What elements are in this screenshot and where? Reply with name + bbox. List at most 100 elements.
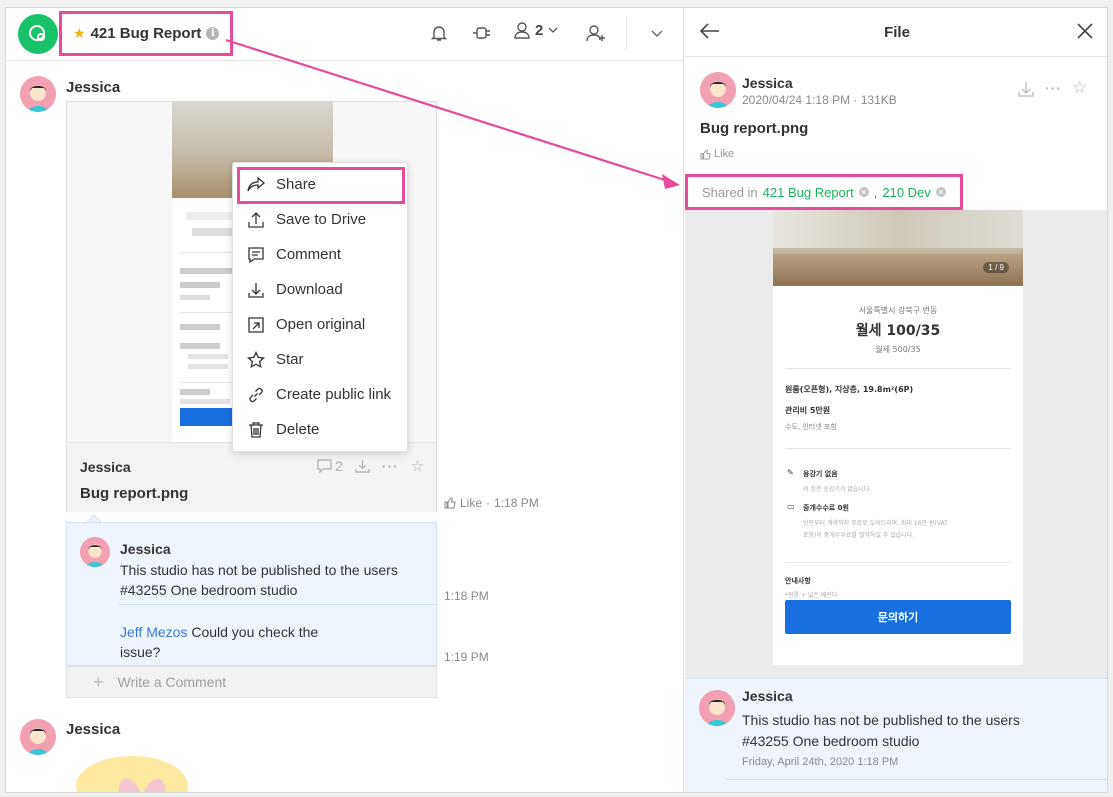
- download-icon[interactable]: [355, 459, 370, 473]
- thumbs-up-icon[interactable]: [444, 497, 456, 509]
- add-member-icon[interactable]: [585, 22, 607, 44]
- app-logo-icon[interactable]: [18, 14, 58, 54]
- menu-item-download[interactable]: Download: [233, 272, 409, 307]
- screenshot-preview: 1 / 9 서울특별시 강북구 번동 월세 100/35 월세 500/35 원…: [773, 210, 1023, 665]
- avatar[interactable]: [20, 76, 56, 112]
- photo-counter: 1 / 9: [983, 262, 1009, 273]
- avatar[interactable]: [80, 537, 110, 567]
- like-label: Like: [714, 148, 735, 160]
- link-icon: [247, 386, 265, 404]
- menu-item-star[interactable]: Star: [233, 342, 409, 377]
- fee-title: 중개수수료 0원: [803, 504, 849, 512]
- menu-item-open-original[interactable]: Open original: [233, 307, 409, 342]
- divider: [785, 448, 1011, 449]
- star-icon: [247, 350, 265, 369]
- menu-item-save-to-drive[interactable]: Save to Drive: [233, 202, 409, 237]
- file-card-footer: Jessica Bug report.png 2 ··· ☆: [67, 442, 436, 512]
- uploader-name: Jessica: [742, 75, 793, 91]
- star-outline-icon[interactable]: ☆: [411, 457, 424, 475]
- shared-channel-chip[interactable]: 210 Dev: [882, 185, 930, 200]
- file-name[interactable]: Bug report.png: [80, 485, 188, 502]
- star-outline-icon[interactable]: ☆: [1072, 79, 1087, 98]
- comment-time: 1:18 PM: [444, 589, 489, 603]
- shared-in-row: Shared in 421 Bug Report ✕ , 210 Dev ✕: [685, 174, 963, 210]
- comment-time: 1:19 PM: [444, 650, 489, 664]
- avatar[interactable]: [699, 690, 735, 726]
- fee-detail: 방문부터 계약까지 무료로 도와드리며, 최대 16만 원(VAT: [803, 520, 948, 527]
- thumbs-up-icon: [700, 148, 711, 160]
- file-actions: 2 ··· ☆: [317, 457, 424, 475]
- sender-name: Jessica: [66, 79, 121, 96]
- chat-header: ★ 421 Bug Report i 2: [6, 8, 683, 61]
- sticker-image[interactable]: [76, 756, 188, 792]
- comment-time: Friday, April 24th, 2020 1:18 PM: [742, 756, 899, 768]
- header-divider: [626, 16, 627, 50]
- file-date-size: 2020/04/24 1:18 PM · 131KB: [742, 93, 897, 107]
- write-comment-input[interactable]: + Write a Comment: [66, 666, 437, 698]
- chevron-down-icon[interactable]: [646, 22, 668, 44]
- file-uploader: Jessica: [80, 459, 131, 475]
- comment-text-part: Could you check the: [191, 624, 319, 640]
- bell-icon[interactable]: [428, 22, 450, 44]
- like-label[interactable]: Like: [460, 496, 482, 510]
- notice-title: 안내사항: [785, 577, 811, 585]
- price: 월세 100/35: [855, 323, 941, 339]
- maintenance-detail: 수도, 인터넷 포함: [785, 423, 837, 431]
- app-window: ★ 421 Bug Report i 2 Jessica Jessica Bug…: [5, 7, 1108, 793]
- menu-item-label: Download: [276, 281, 343, 298]
- remove-chip-icon[interactable]: ✕: [935, 187, 946, 197]
- fee-icon: ▭: [787, 502, 795, 511]
- close-icon[interactable]: [1075, 21, 1095, 46]
- chat-panel: ★ 421 Bug Report i 2 Jessica Jessica Bug…: [6, 8, 684, 792]
- comment-sender: Jessica: [120, 541, 171, 557]
- mention-link[interactable]: Jeff Mezos: [120, 624, 187, 640]
- comment-icon: [247, 246, 265, 264]
- menu-item-label: Create public link: [276, 386, 392, 403]
- notice-detail: *원룸 + 넓은 베란다: [785, 592, 838, 599]
- comment-count-button[interactable]: 2: [317, 458, 343, 474]
- file-preview[interactable]: 1 / 9 서울특별시 강북구 번동 월세 100/35 월세 500/35 원…: [685, 210, 1107, 678]
- maintenance: 관리비 5만원: [785, 406, 831, 415]
- room-photo: 1 / 9: [773, 210, 1023, 286]
- panel-title: File: [884, 24, 910, 41]
- file-comment: Jessica This studio has not be published…: [685, 678, 1107, 792]
- divider: [785, 368, 1011, 369]
- menu-item-label: Star: [276, 351, 304, 368]
- channel-name: 421 Bug Report: [90, 25, 202, 42]
- avatar[interactable]: [20, 719, 56, 755]
- more-options-icon[interactable]: ···: [1045, 80, 1062, 98]
- shared-channel-chip[interactable]: 421 Bug Report: [763, 185, 854, 200]
- more-options-icon[interactable]: ···: [382, 458, 399, 474]
- elevator-detail: 이 집은 승강기가 없습니다.: [803, 486, 872, 493]
- channel-title[interactable]: ★ 421 Bug Report i: [59, 11, 234, 56]
- members-button[interactable]: 2: [514, 21, 558, 39]
- contact-button: 문의하기: [785, 600, 1011, 634]
- shared-in-label: Shared in: [702, 184, 758, 200]
- avatar[interactable]: [700, 72, 736, 108]
- menu-item-delete[interactable]: Delete: [233, 412, 409, 447]
- menu-item-label: Delete: [276, 421, 320, 438]
- comment-text: Jeff Mezos Could you check the: [120, 622, 318, 642]
- divider: [785, 562, 1011, 563]
- file-context-menu: Share Save to Drive Comment Download Ope…: [232, 162, 408, 452]
- comment-divider: [119, 604, 436, 605]
- room-info: 원룸(오픈형), 지상층, 19.8m²(6P): [785, 385, 914, 394]
- remove-chip-icon[interactable]: ✕: [858, 187, 869, 197]
- menu-item-label: Open original: [276, 316, 366, 333]
- menu-item-label: Comment: [276, 246, 342, 263]
- menu-item-create-public-link[interactable]: Create public link: [233, 377, 409, 412]
- back-arrow-icon[interactable]: [699, 21, 721, 46]
- comment-sender: Jessica: [742, 688, 793, 704]
- favorite-star-icon[interactable]: ★: [73, 25, 86, 42]
- menu-item-comment[interactable]: Comment: [233, 237, 409, 272]
- elevator-title: 융강기 없음: [803, 470, 838, 478]
- download-icon[interactable]: [1017, 80, 1035, 98]
- like-button[interactable]: Like: [700, 148, 734, 160]
- shared-separator: ,: [873, 184, 878, 200]
- info-icon[interactable]: i: [206, 27, 220, 40]
- comment-thread: Jessica This studio has not be published…: [66, 522, 437, 666]
- integration-plug-icon[interactable]: [471, 22, 493, 44]
- plus-icon[interactable]: +: [93, 672, 104, 693]
- comment-text: #43255 One bedroom studio: [120, 582, 298, 598]
- file-detail-panel: File Jessica 2020/04/24 1:18 PM · 131KB …: [685, 8, 1107, 792]
